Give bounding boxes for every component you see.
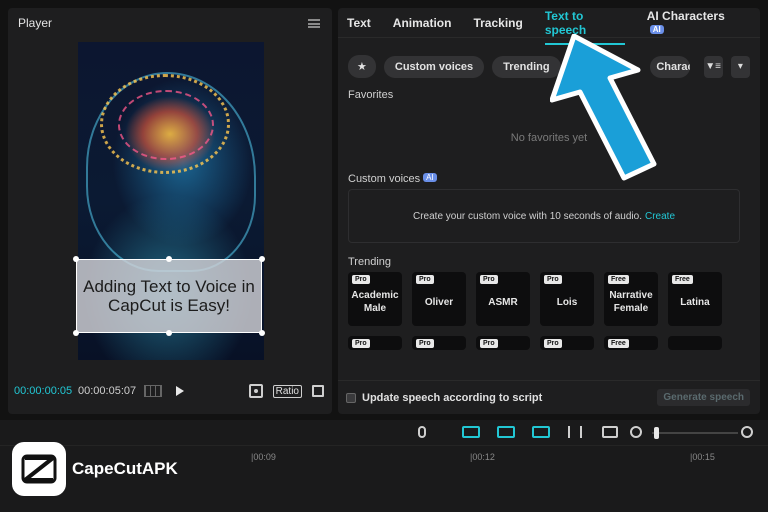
voice-card[interactable]: Pro xyxy=(412,336,466,350)
resize-handle[interactable] xyxy=(73,330,79,336)
brand-watermark: CapeCutAPK xyxy=(12,442,178,496)
zoom-slider-handle[interactable] xyxy=(654,427,659,439)
pro-badge: Pro xyxy=(544,339,562,348)
generate-speech-button[interactable]: Generate speech xyxy=(657,389,750,406)
voice-name: Academic Male xyxy=(351,290,399,314)
ai-badge: AI xyxy=(423,173,437,182)
tab-animation[interactable]: Animation xyxy=(393,16,452,30)
update-speech-checkbox[interactable] xyxy=(346,392,356,403)
resize-handle[interactable] xyxy=(259,256,265,262)
main-track-icon[interactable] xyxy=(497,426,515,438)
text-to-speech-panel: Text Animation Tracking Text to speech A… xyxy=(338,8,760,414)
tab-tracking[interactable]: Tracking xyxy=(473,16,522,30)
speech-bottom-bar: Update speech according to script Genera… xyxy=(338,380,760,414)
custom-voice-box: Create your custom voice with 10 seconds… xyxy=(348,189,740,243)
link-clips-icon[interactable] xyxy=(462,426,480,438)
timeline-grid-icon[interactable] xyxy=(144,385,162,397)
free-badge: Free xyxy=(608,275,629,284)
capcut-logo-icon xyxy=(12,442,66,496)
voice-card[interactable]: Free Narrative Female xyxy=(604,272,658,326)
voice-name: Latina xyxy=(680,296,710,308)
pro-badge: Pro xyxy=(480,275,498,284)
voice-card[interactable]: Pro Oliver xyxy=(412,272,466,326)
update-speech-label: Update speech according to script xyxy=(362,391,543,404)
pro-badge: Pro xyxy=(480,339,498,348)
resize-handle[interactable] xyxy=(259,330,265,336)
rotate-handle[interactable] xyxy=(166,330,172,336)
filter-custom-voices[interactable]: Custom voices xyxy=(383,55,485,78)
pro-badge: Pro xyxy=(544,275,562,284)
preview-axis-icon[interactable] xyxy=(532,426,550,438)
chevron-down-icon[interactable]: ▾ xyxy=(730,55,750,78)
voice-name: Narrative Female xyxy=(609,290,653,314)
voice-card[interactable]: Pro ASMR xyxy=(476,272,530,326)
caption-icon[interactable] xyxy=(602,426,618,438)
tab-text[interactable]: Text xyxy=(347,16,371,30)
free-badge: Free xyxy=(608,339,629,348)
fullscreen-icon[interactable] xyxy=(312,385,324,397)
zoom-slider-track[interactable] xyxy=(652,432,738,434)
pointer-arrow-icon xyxy=(550,34,657,181)
microphone-icon[interactable] xyxy=(418,426,426,438)
favorites-star-icon[interactable]: ★ xyxy=(348,55,376,78)
ai-badge: AI xyxy=(649,24,664,34)
brand-name: CapeCutAPK xyxy=(72,459,178,478)
caption-text: Adding Text to Voice in CapCut is Easy! xyxy=(83,277,255,315)
voice-name: ASMR xyxy=(488,296,518,308)
resize-handle[interactable] xyxy=(73,256,79,262)
sort-filter-icon[interactable]: ▼≡ xyxy=(703,55,723,78)
create-voice-link[interactable]: Create xyxy=(645,211,675,222)
tab-ai-characters[interactable]: AI CharactersAI xyxy=(647,9,738,37)
voice-card[interactable]: Pro xyxy=(476,336,530,350)
free-badge: Free xyxy=(672,275,693,284)
ruler-tick: |00:15 xyxy=(690,452,715,462)
player-title: Player xyxy=(18,16,53,30)
voice-grid: Pro Academic Male Pro Oliver Pro ASMR Pro Lo… xyxy=(348,272,728,350)
voice-card[interactable]: Free xyxy=(604,336,658,350)
current-time: 00:00:00:05 xyxy=(14,385,73,397)
play-icon[interactable] xyxy=(176,386,184,396)
favorites-empty: No favorites yet xyxy=(510,132,588,144)
trending-title: Trending xyxy=(348,256,392,268)
custom-voices-label: Custom voices xyxy=(348,173,421,185)
ruler-tick: |00:09 xyxy=(251,452,276,462)
ratio-button[interactable]: Ratio xyxy=(272,384,302,398)
zoom-in-icon[interactable] xyxy=(741,426,753,438)
tab-bar: Text Animation Tracking Text to speech A… xyxy=(338,8,760,45)
voice-card[interactable]: Pro Academic Male xyxy=(348,272,402,326)
tab-text-to-speech[interactable]: Text to speech xyxy=(544,9,625,45)
split-icon[interactable] xyxy=(568,426,582,438)
voice-card[interactable] xyxy=(668,336,722,350)
pro-badge: Pro xyxy=(352,339,370,348)
player-controls: 00:00:00:05 00:00:05:07 Ratio xyxy=(8,380,332,402)
pro-badge: Pro xyxy=(416,339,434,348)
voice-name: Lois xyxy=(556,296,578,308)
pro-badge: Pro xyxy=(416,275,434,284)
voice-card[interactable]: Pro xyxy=(348,336,402,350)
voice-name: Oliver xyxy=(424,296,454,308)
tab-ai-characters-label: AI Characters xyxy=(646,8,725,23)
custom-voices-title: Custom voices AI xyxy=(348,173,437,185)
favorites-title: Favorites xyxy=(348,89,394,101)
player-panel: Player 00:00:00:05 00:00:05:07 Ratio xyxy=(8,8,332,414)
caption-text-box[interactable]: Adding Text to Voice in CapCut is Easy! xyxy=(76,259,262,333)
voice-card[interactable]: Pro Lois xyxy=(540,272,594,326)
ruler-tick: |00:12 xyxy=(470,452,495,462)
voice-card[interactable]: Free Latina xyxy=(668,272,722,326)
player-header: Player xyxy=(8,8,332,38)
pro-badge: Pro xyxy=(352,275,370,284)
resize-handle[interactable] xyxy=(166,256,172,262)
custom-voice-prompt: Create your custom voice with 10 seconds… xyxy=(412,210,642,222)
voice-filters: ★ Custom voices Trending Characte ▼≡ ▾ xyxy=(348,55,750,78)
brain-inner-graphic xyxy=(118,90,214,160)
player-tools: Ratio xyxy=(248,384,324,398)
screenshot-icon[interactable] xyxy=(248,384,263,398)
menu-icon[interactable] xyxy=(308,18,320,28)
total-time: 00:00:05:07 xyxy=(78,385,137,397)
voice-card[interactable]: Pro xyxy=(540,336,594,350)
zoom-out-icon[interactable] xyxy=(630,426,642,438)
